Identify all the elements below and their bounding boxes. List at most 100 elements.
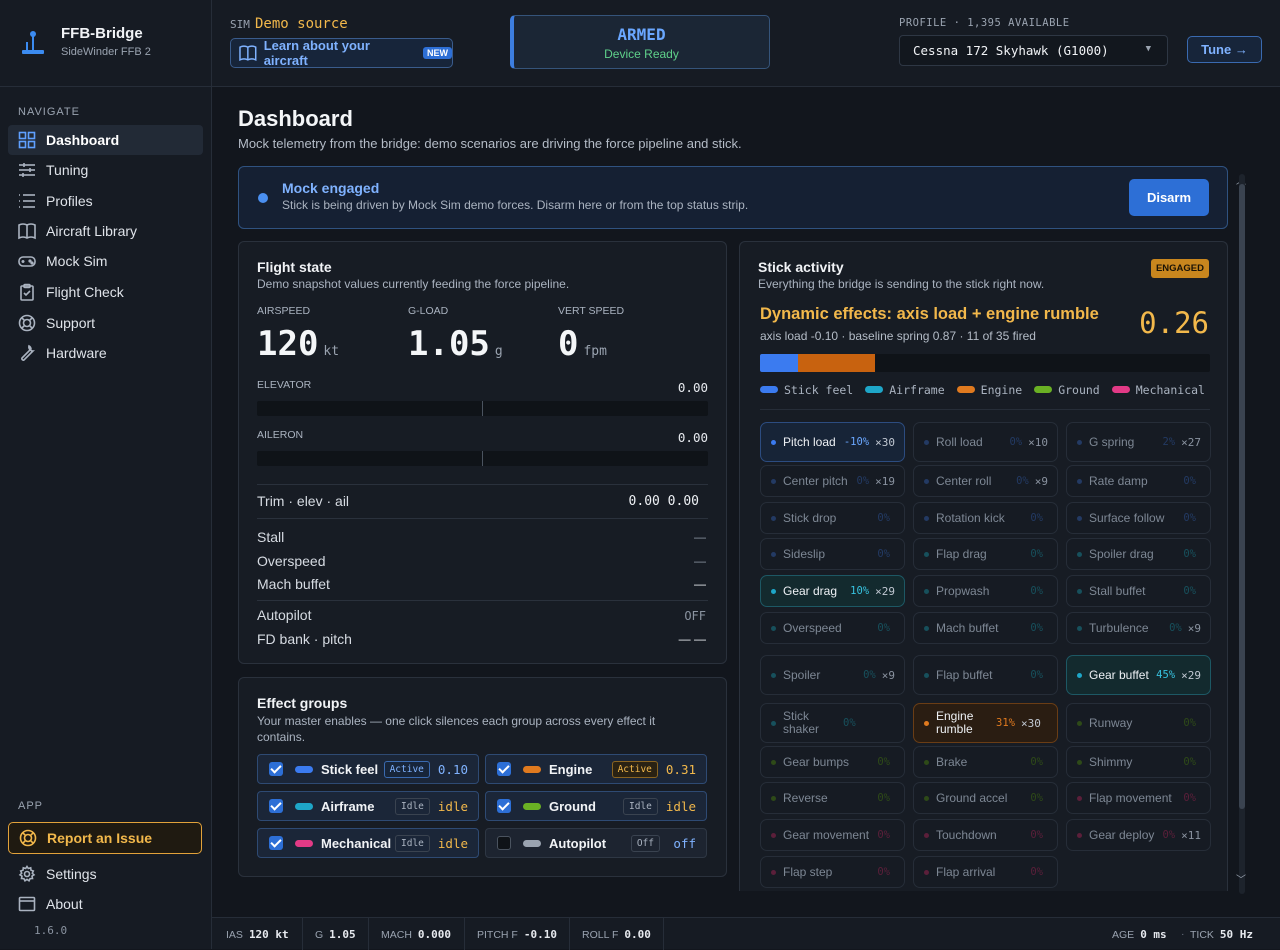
effect-stall-buffet[interactable]: Stall buffet 0% xyxy=(1066,575,1211,607)
sidebar-item-dashboard[interactable]: Dashboard xyxy=(8,125,203,155)
effect-runway[interactable]: Runway 0% xyxy=(1066,703,1211,743)
effect-name: Gear bumps xyxy=(783,754,850,769)
effect-name: Turbulence xyxy=(1089,620,1149,635)
effect-flap-drag[interactable]: Flap drag 0% xyxy=(913,538,1058,570)
effect-touchdown[interactable]: Touchdown 0% xyxy=(913,819,1058,851)
effect-reverse[interactable]: Reverse 0% xyxy=(760,782,905,814)
checkbox[interactable] xyxy=(497,799,511,813)
effect-roll-load[interactable]: Roll load 0% ×10 xyxy=(913,422,1058,462)
sidebar-item-mock-sim[interactable]: Mock Sim xyxy=(8,246,203,276)
tune-button[interactable]: Tune → xyxy=(1187,36,1262,63)
status-dot-icon xyxy=(924,551,929,557)
effect-gear-bumps[interactable]: Gear bumps 0% xyxy=(760,746,905,778)
overspeed-label: Overspeed xyxy=(257,553,326,569)
effect-name: Runway xyxy=(1089,715,1133,730)
status-g: G 1.05 xyxy=(315,928,356,941)
effect-shimmy[interactable]: Shimmy 0% xyxy=(1066,746,1211,778)
disarm-button[interactable]: Disarm xyxy=(1129,179,1209,216)
effect-brake[interactable]: Brake 0% xyxy=(913,746,1058,778)
effect-name: Flap buffet xyxy=(936,667,993,682)
effect-pitch-load[interactable]: Pitch load -10% ×30 xyxy=(760,422,905,462)
learn-aircraft-button[interactable]: Learn about your aircraft NEW xyxy=(230,38,453,68)
effect-ground-accel[interactable]: Ground accel 0% xyxy=(913,782,1058,814)
effect-percent: 0% xyxy=(856,475,870,487)
checkbox[interactable] xyxy=(497,836,511,850)
effect-rotation-kick[interactable]: Rotation kick 0% xyxy=(913,502,1058,534)
status-dot-icon xyxy=(771,832,776,838)
effect-gear-movement[interactable]: Gear movement 0% xyxy=(760,819,905,851)
aileron-label: AILERON xyxy=(257,429,304,441)
scroll-down-icon[interactable]: ﹀ xyxy=(1236,871,1246,886)
effect-spoiler-drag[interactable]: Spoiler drag 0% xyxy=(1066,538,1211,570)
effect-center-pitch[interactable]: Center pitch 0% ×19 xyxy=(760,465,905,497)
effect-percent: 0% xyxy=(1009,436,1023,448)
effect-center-roll[interactable]: Center roll 0% ×9 xyxy=(913,465,1058,497)
sidebar-item-tuning[interactable]: Tuning xyxy=(8,155,203,185)
status-dot-icon xyxy=(771,551,776,557)
sidebar-item-flight-check[interactable]: Flight Check xyxy=(8,277,203,307)
effect-stick-drop[interactable]: Stick drop 0% xyxy=(760,502,905,534)
status-bar: IAS 120 kt G 1.05 MACH 0.000 PITCH F -0.10 R… xyxy=(212,917,1280,950)
effect-rate-damp[interactable]: Rate damp 0% xyxy=(1066,465,1211,497)
status-roll-force: ROLL F 0.00 xyxy=(582,928,651,941)
clipboard-icon xyxy=(20,283,34,301)
sliders-icon xyxy=(19,163,35,177)
checkbox[interactable] xyxy=(269,799,283,813)
effect-overspeed[interactable]: Overspeed 0% xyxy=(760,612,905,644)
effect-count: ×9 xyxy=(1187,621,1201,635)
effect-group-value: idle xyxy=(665,798,696,814)
checkbox[interactable] xyxy=(269,762,283,776)
armed-status[interactable]: ARMED Device Ready xyxy=(510,15,770,69)
effect-flap-movement[interactable]: Flap movement 0% xyxy=(1066,782,1211,814)
sidebar-item-settings[interactable]: Settings xyxy=(8,859,203,889)
learn-aircraft-label: Learn about your aircraft xyxy=(263,38,370,68)
effect-group-airframe[interactable]: Airframe Idle idle xyxy=(257,791,479,821)
effect-percent: 0% xyxy=(1030,756,1043,768)
profile-select[interactable]: Cessna 172 Skyhawk (G1000) ▼ xyxy=(899,35,1168,66)
sidebar-item-aircraft-library[interactable]: Aircraft Library xyxy=(8,216,203,246)
stall-value: — xyxy=(694,530,706,544)
effect-gear-buffet[interactable]: Gear buffet 45% ×29 xyxy=(1066,655,1211,695)
effect-name: Spoiler xyxy=(783,667,821,682)
mock-engaged-banner: Mock engaged Stick is being driven by Mo… xyxy=(238,166,1228,229)
effect-gear-deploy[interactable]: Gear deploy 0% ×11 xyxy=(1066,819,1211,851)
sidebar-item-hardware[interactable]: Hardware xyxy=(8,338,203,368)
effect-propwash[interactable]: Propwash 0% xyxy=(913,575,1058,607)
effect-gear-drag[interactable]: Gear drag 10% ×29 xyxy=(760,575,905,607)
status-dot-icon xyxy=(924,515,929,521)
effect-group-autopilot[interactable]: Autopilot Off off xyxy=(485,828,707,858)
status-dot: · xyxy=(1181,928,1185,940)
sidebar-item-support[interactable]: Support xyxy=(8,308,203,338)
effect-percent: 0% xyxy=(877,792,890,804)
effect-group-value: idle xyxy=(437,835,468,851)
effect-count: ×19 xyxy=(875,474,895,488)
elevator-label: ELEVATOR xyxy=(257,379,312,391)
effect-group-stick-feel[interactable]: Stick feel Active 0.10 xyxy=(257,754,479,784)
effect-turbulence[interactable]: Turbulence 0% ×9 xyxy=(1066,612,1211,644)
effect-mach-buffet[interactable]: Mach buffet 0% xyxy=(913,612,1058,644)
effect-sideslip[interactable]: Sideslip 0% xyxy=(760,538,905,570)
status-dot-icon xyxy=(1077,478,1082,484)
effect-percent: 0% xyxy=(877,756,890,768)
status-badge: Idle xyxy=(623,797,658,815)
effect-group-ground[interactable]: Ground Idle idle xyxy=(485,791,707,821)
effect-spoiler[interactable]: Spoiler 0% ×9 xyxy=(760,655,905,695)
sidebar-item-about[interactable]: About xyxy=(8,889,203,919)
sidebar-item-profiles[interactable]: Profiles xyxy=(8,186,203,216)
checkbox[interactable] xyxy=(497,762,511,776)
report-issue-button[interactable]: Report an Issue xyxy=(8,822,202,854)
effect-group-mechanical[interactable]: Mechanical Idle idle xyxy=(257,828,479,858)
effect-surface-follow[interactable]: Surface follow 0% xyxy=(1066,502,1211,534)
effect-flap-step[interactable]: Flap step 0% xyxy=(760,856,905,888)
effect-stick-shaker[interactable]: Stick shaker 0% xyxy=(760,703,905,743)
effect-group-engine[interactable]: Engine Active 0.31 xyxy=(485,754,707,784)
scrollbar-thumb[interactable] xyxy=(1239,184,1245,809)
effect-group-name: Airframe xyxy=(321,798,375,814)
sidebar-item-label: Flight Check xyxy=(46,284,124,300)
window-icon xyxy=(18,896,36,912)
effect-g-spring[interactable]: G spring 2% ×27 xyxy=(1066,422,1211,462)
checkbox[interactable] xyxy=(269,836,283,850)
effect-flap-buffet[interactable]: Flap buffet 0% xyxy=(913,655,1058,695)
effect-flap-arrival[interactable]: Flap arrival 0% xyxy=(913,856,1058,888)
effect-engine-rumble[interactable]: Engine rumble 31% ×30 xyxy=(913,703,1058,743)
